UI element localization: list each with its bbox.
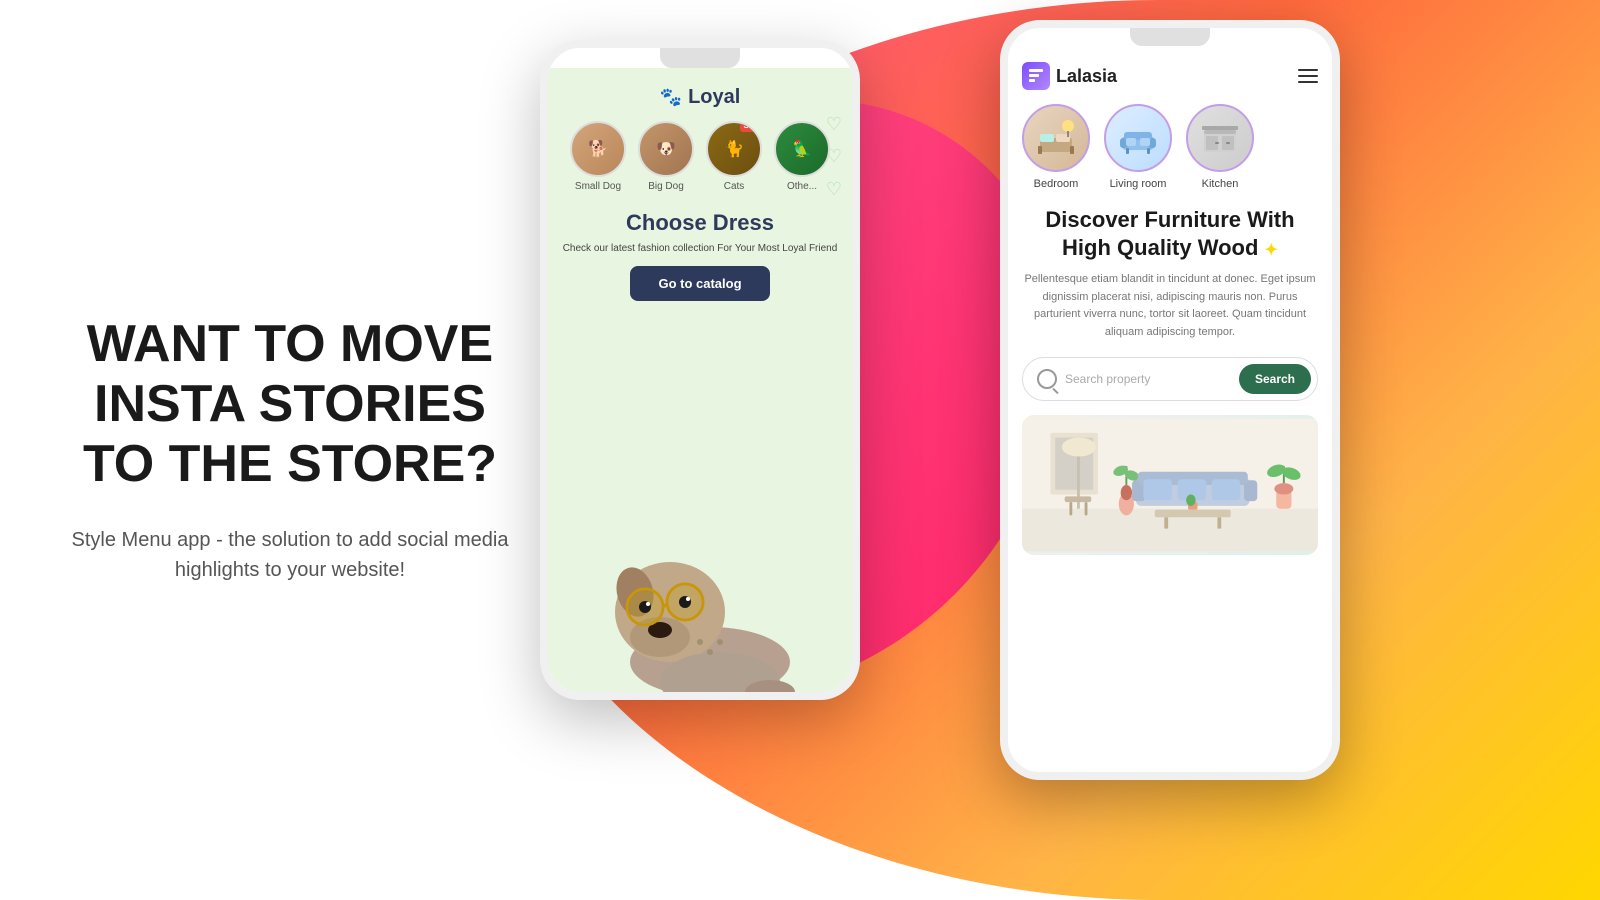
- paw-icon: 🐾: [660, 87, 682, 108]
- left-panel: WANT TO MOVE INSTA STORIES TO THE STORE?…: [0, 0, 580, 900]
- big-dog-avatar: 🐶: [638, 121, 694, 177]
- category-living-room[interactable]: Living room: [1104, 104, 1172, 190]
- cats-label: Cats: [724, 181, 745, 192]
- room-scene-illustration: [1022, 415, 1318, 555]
- search-bar: Search property Search: [1022, 357, 1318, 401]
- category-cats[interactable]: 🐈 Sale Cats: [706, 121, 762, 192]
- dog-image-area: [558, 311, 842, 700]
- category-other[interactable]: 🦜 Othe...: [774, 121, 830, 192]
- search-button[interactable]: Search: [1239, 364, 1311, 394]
- phone-mockup-loyal: ♡♡♡ 🐾 Loyal 🐕 Small Dog 🐶 Big Dog: [540, 40, 860, 700]
- kitchen-avatar: [1186, 104, 1254, 172]
- other-label: Othe...: [787, 181, 817, 192]
- hamburger-menu[interactable]: [1298, 69, 1318, 83]
- living-room-avatar: [1104, 104, 1172, 172]
- furniture-headline-text: Discover Furniture WithHigh Quality Wood: [1045, 207, 1294, 260]
- category-small-dog[interactable]: 🐕 Small Dog: [570, 121, 626, 192]
- sale-badge: Sale: [740, 121, 762, 132]
- bedroom-avatar: [1022, 104, 1090, 172]
- lalasia-app-name: Lalasia: [1056, 66, 1117, 87]
- hamburger-line3: [1298, 81, 1318, 83]
- category-kitchen[interactable]: Kitchen: [1186, 104, 1254, 190]
- lalasia-logo: Lalasia: [1022, 62, 1117, 90]
- phone2-screen: Lalasia: [1008, 46, 1332, 780]
- loyal-logo: 🐾 Loyal: [660, 86, 741, 109]
- pet-categories: 🐕 Small Dog 🐶 Big Dog 🐈 Sale Cats 🦜: [570, 121, 830, 192]
- phone2-notch: [1130, 28, 1210, 46]
- bedroom-label: Bedroom: [1034, 178, 1079, 190]
- cats-avatar: 🐈 Sale: [706, 121, 762, 177]
- star-icon: ✦: [1265, 242, 1278, 259]
- choose-dress-section: Choose Dress Check our latest fashion co…: [563, 210, 838, 256]
- search-icon: [1037, 369, 1057, 389]
- lalasia-header: Lalasia: [1022, 62, 1318, 90]
- furniture-categories: Bedroom: [1022, 104, 1318, 190]
- hamburger-line1: [1298, 69, 1318, 71]
- kitchen-label: Kitchen: [1202, 178, 1239, 190]
- phone-mockup-lalasia: Lalasia: [1000, 20, 1340, 780]
- category-bedroom[interactable]: Bedroom: [1022, 104, 1090, 190]
- other-avatar: 🦜: [774, 121, 830, 177]
- category-big-dog[interactable]: 🐶 Big Dog: [638, 121, 694, 192]
- furniture-headline: Discover Furniture WithHigh Quality Wood…: [1022, 206, 1318, 261]
- room-preview-image: [1022, 415, 1318, 555]
- choose-dress-title: Choose Dress: [563, 210, 838, 236]
- go-to-catalog-button[interactable]: Go to catalog: [630, 266, 769, 301]
- phone1-notch: [660, 48, 740, 68]
- main-subtext: Style Menu app - the solution to add soc…: [60, 525, 520, 585]
- small-dog-avatar: 🐕: [570, 121, 626, 177]
- furniture-description: Pellentesque etiam blandit in tincidunt …: [1022, 271, 1318, 341]
- choose-dress-desc: Check our latest fashion collection For …: [563, 242, 838, 256]
- big-dog-label: Big Dog: [648, 181, 684, 192]
- small-dog-label: Small Dog: [575, 181, 621, 192]
- lalasia-logo-icon: [1022, 62, 1050, 90]
- search-placeholder-text[interactable]: Search property: [1065, 372, 1231, 386]
- dog-illustration: [570, 482, 830, 700]
- phone1-screen: ♡♡♡ 🐾 Loyal 🐕 Small Dog 🐶 Big Dog: [548, 68, 852, 700]
- loyal-app-name: Loyal: [688, 86, 740, 109]
- main-headline: WANT TO MOVE INSTA STORIES TO THE STORE?: [60, 315, 520, 494]
- living-room-label: Living room: [1110, 178, 1167, 190]
- hamburger-line2: [1298, 75, 1318, 77]
